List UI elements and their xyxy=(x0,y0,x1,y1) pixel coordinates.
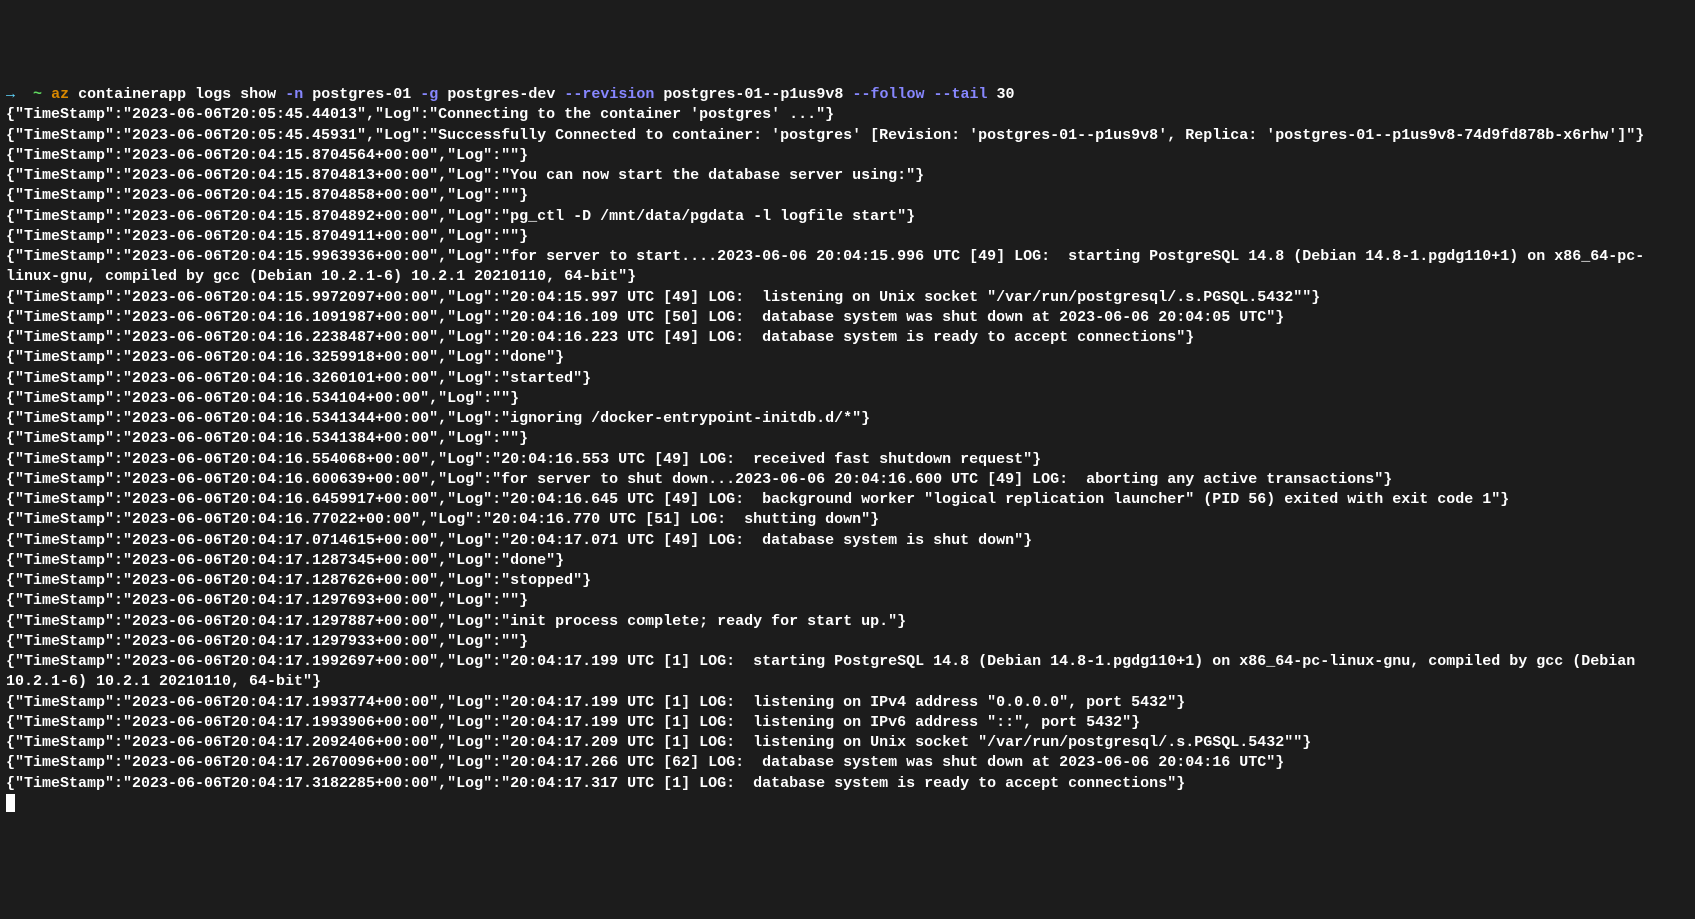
cmd-subcommand-3: show xyxy=(240,86,276,103)
prompt-arrow-icon: → xyxy=(6,86,15,103)
cmd-flag-g: -g xyxy=(420,86,438,103)
cmd-val-n: postgres-01 xyxy=(312,86,411,103)
cmd-val-revision: postgres-01--p1us9v8 xyxy=(663,86,843,103)
prompt-line: → ~ az containerapp logs show -n postgre… xyxy=(6,86,1015,103)
cmd-flag-follow: --follow xyxy=(852,86,924,103)
cmd-subcommand-1: containerapp xyxy=(78,86,186,103)
cmd-subcommand-2: logs xyxy=(195,86,231,103)
cmd-val-tail: 30 xyxy=(997,86,1015,103)
cmd-executable: az xyxy=(51,86,69,103)
cmd-flag-revision: --revision xyxy=(564,86,654,103)
terminal-cursor xyxy=(6,794,15,812)
cmd-flag-n: -n xyxy=(285,86,303,103)
cmd-flag-tail: --tail xyxy=(933,86,987,103)
prompt-cwd: ~ xyxy=(33,86,42,103)
terminal-output[interactable]: → ~ az containerapp logs show -n postgre… xyxy=(6,85,1689,814)
cmd-val-g: postgres-dev xyxy=(447,86,555,103)
log-lines-container: {"TimeStamp":"2023-06-06T20:05:45.44013"… xyxy=(6,105,1689,794)
